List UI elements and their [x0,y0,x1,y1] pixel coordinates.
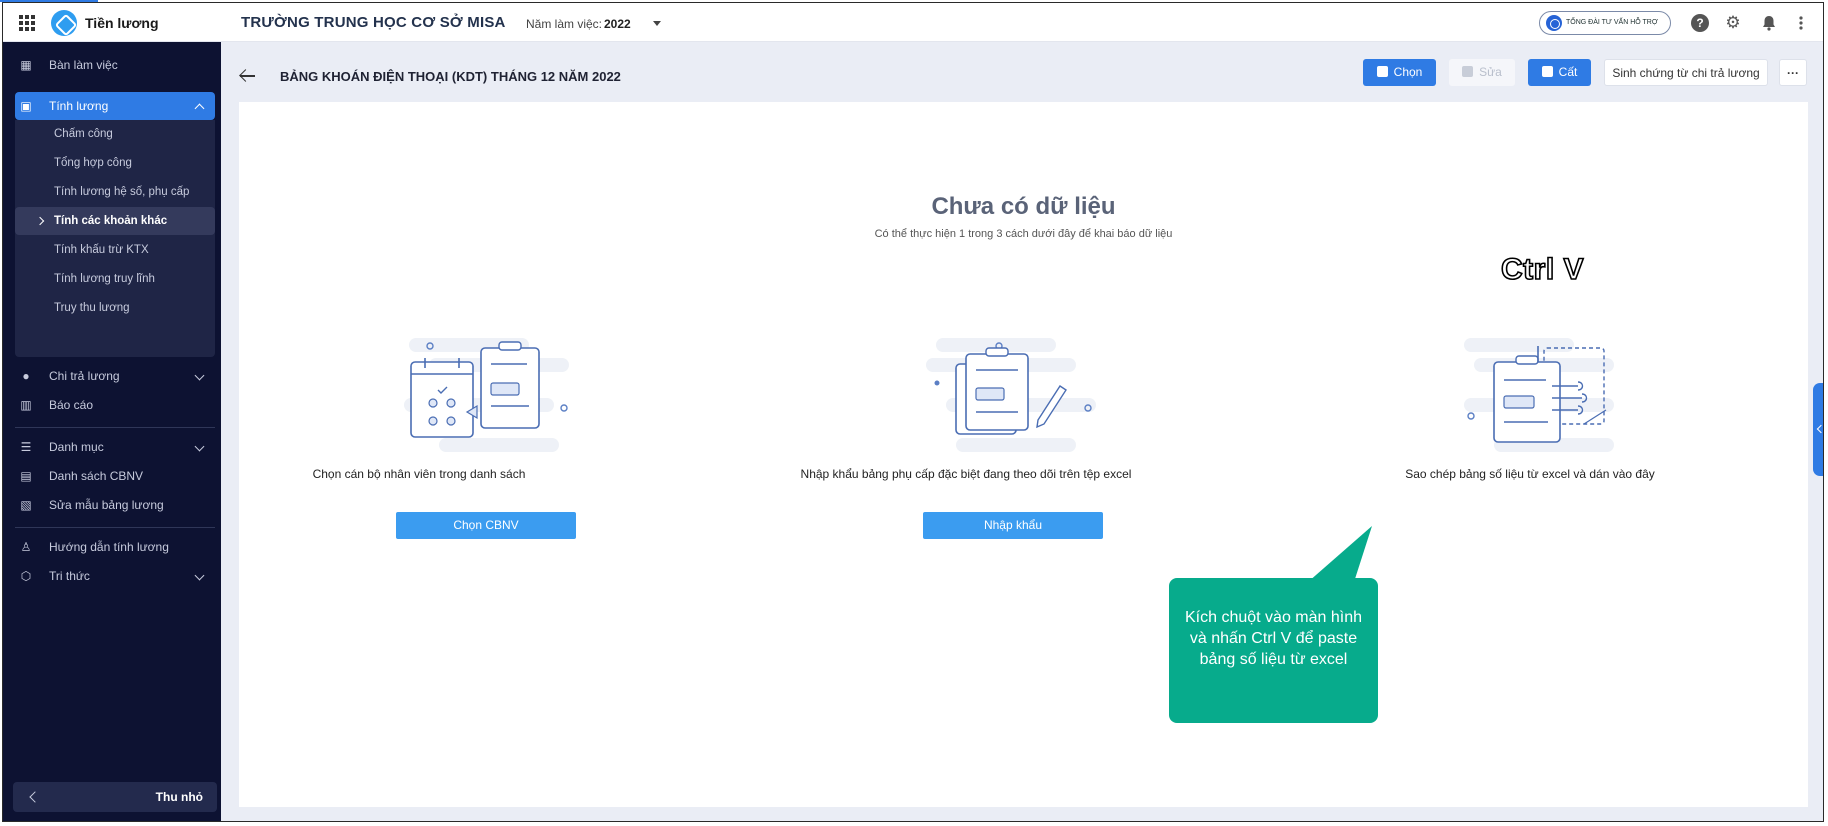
hotline-button[interactable]: TỔNG ĐÀI TƯ VẤN HỖ TRỢ [1539,11,1671,35]
contact-icon: ▤ [20,469,32,483]
callout-pointer [1308,526,1372,582]
back-arrow-icon[interactable] [239,67,257,85]
page-title: BẢNG KHOÁN ĐIỆN THOẠI (KDT) THÁNG 12 NĂM… [280,69,621,84]
empty-subtitle: Có thể thực hiện 1 trong 3 cách dưới đây… [874,228,1173,240]
chevron-down-icon[interactable] [653,21,661,26]
app-window: Tiền lương TRƯỜNG TRUNG HỌC CƠ SỞ MISA N… [2,2,1824,822]
cube-icon: ⬡ [20,569,32,583]
choose-staff-button[interactable]: Chọn CBNV [396,512,576,539]
help-icon[interactable]: ? [1691,14,1709,32]
list-icon: ☰ [20,440,32,454]
chevron-right-icon [35,216,45,226]
sub-item-other-items[interactable]: Tính các khoản khác [15,207,215,235]
person-icon: ♙ [20,540,32,554]
sidebar-divider [15,427,215,428]
payroll-submenu: Chấm công Tổng hợp công Tính lương hệ số… [15,120,215,357]
school-name: TRƯỜNG TRUNG HỌC CƠ SỞ MISA [241,14,506,31]
chart-icon: ▥ [20,398,32,412]
pencil-icon [1462,66,1474,77]
sub-item-arrears[interactable]: Tính lương truy lĩnh [15,265,215,293]
sidebar-item-knowledge[interactable]: ⬡ Tri thức [15,562,215,590]
sidebar-divider [15,527,215,528]
select-staff-illustration [399,328,699,468]
choose-button[interactable]: Chọn [1363,59,1436,86]
calculator-icon: ▣ [20,99,32,113]
sidebar-item-report[interactable]: ▥ Báo cáo [15,391,215,419]
top-bar: Tiền lương TRƯỜNG TRUNG HỌC CƠ SỞ MISA N… [3,3,1823,42]
phone-icon [1546,15,1562,31]
chevron-down-icon [194,370,205,381]
import-excel-illustration [926,328,1226,468]
document-gear-icon: ▧ [20,498,32,512]
app-name: Tiền lương [85,15,159,31]
vertical-dots-icon[interactable] [1792,14,1810,32]
chevron-down-icon [194,570,205,581]
user-money-icon: ● [22,369,30,383]
sidebar-item-staff-list[interactable]: ▤ Danh sách CBNV [15,462,215,490]
ctrl-v-callout: Kích chuột vào màn hình và nhấn Ctrl V đ… [1169,578,1378,723]
sub-item-ktx[interactable]: Tính khấu trừ KTX [15,236,215,264]
hotline-label: TỔNG ĐÀI TƯ VẤN HỖ TRỢ [1566,19,1658,26]
import-button[interactable]: Nhập khẩu [923,512,1103,539]
empty-title: Chưa có dữ liệu [931,193,1116,220]
bell-icon[interactable] [1760,14,1778,32]
sidebar-item-edit-template[interactable]: ▧ Sửa mẫu bảng lương [15,491,215,519]
gear-icon[interactable]: ⚙ [1724,14,1742,32]
app-grid-icon[interactable] [19,15,35,31]
edit-button[interactable]: Sửa [1449,59,1515,86]
option-select-staff-label: Chọn cán bộ nhân viên trong danh sách [312,467,526,481]
app-logo [51,10,77,36]
more-button[interactable]: ··· [1779,59,1807,86]
paste-excel-illustration [1464,328,1764,468]
year-select[interactable]: 2022 [604,17,631,31]
chevron-up-icon [194,103,205,114]
sidebar: ▦ Bàn làm việc ▣ Tính lương Chấm công Tổ… [3,42,221,821]
option-import-label: Nhập khẩu bảng phụ cấp đặc biệt đang the… [800,467,1132,481]
data-panel[interactable]: Chưa có dữ liệu Có thể thực hiện 1 trong… [239,102,1808,807]
chevron-down-icon [194,441,205,452]
sidebar-item-catalog[interactable]: ☰ Danh mục [15,433,215,461]
save-button[interactable]: Cất [1528,59,1591,86]
sidebar-item-guide[interactable]: ♙ Hướng dẫn tính lương [15,533,215,561]
generate-voucher-button[interactable]: Sinh chứng từ chi trả lương [1604,59,1768,86]
sub-item-summary[interactable]: Tổng hợp công [15,149,215,177]
user-add-icon [1376,66,1388,77]
year-label: Năm làm việc: [526,17,603,31]
sub-item-coefficient[interactable]: Tính lương hệ số, phụ cấp [15,178,215,206]
side-panel-toggle[interactable] [1813,383,1823,476]
sub-item-timekeeping[interactable]: Chấm công [15,120,215,148]
option-paste-label: Sao chép bảng số liệu từ excel và dán và… [1405,467,1655,481]
sidebar-item-workspace[interactable]: ▦ Bàn làm việc [15,51,215,79]
dashboard-icon: ▦ [20,58,32,72]
sidebar-item-payroll[interactable]: ▣ Tính lương [15,92,215,120]
collapse-sidebar-button[interactable]: Thu nhỏ [13,782,217,812]
save-icon [1541,66,1553,77]
sidebar-item-payment[interactable]: ● Chi trả lương [15,362,215,390]
ctrl-v-hint: Ctrl V [1500,252,1585,287]
chevron-left-icon [29,791,41,803]
sub-item-recovery[interactable]: Truy thu lương [15,294,215,322]
